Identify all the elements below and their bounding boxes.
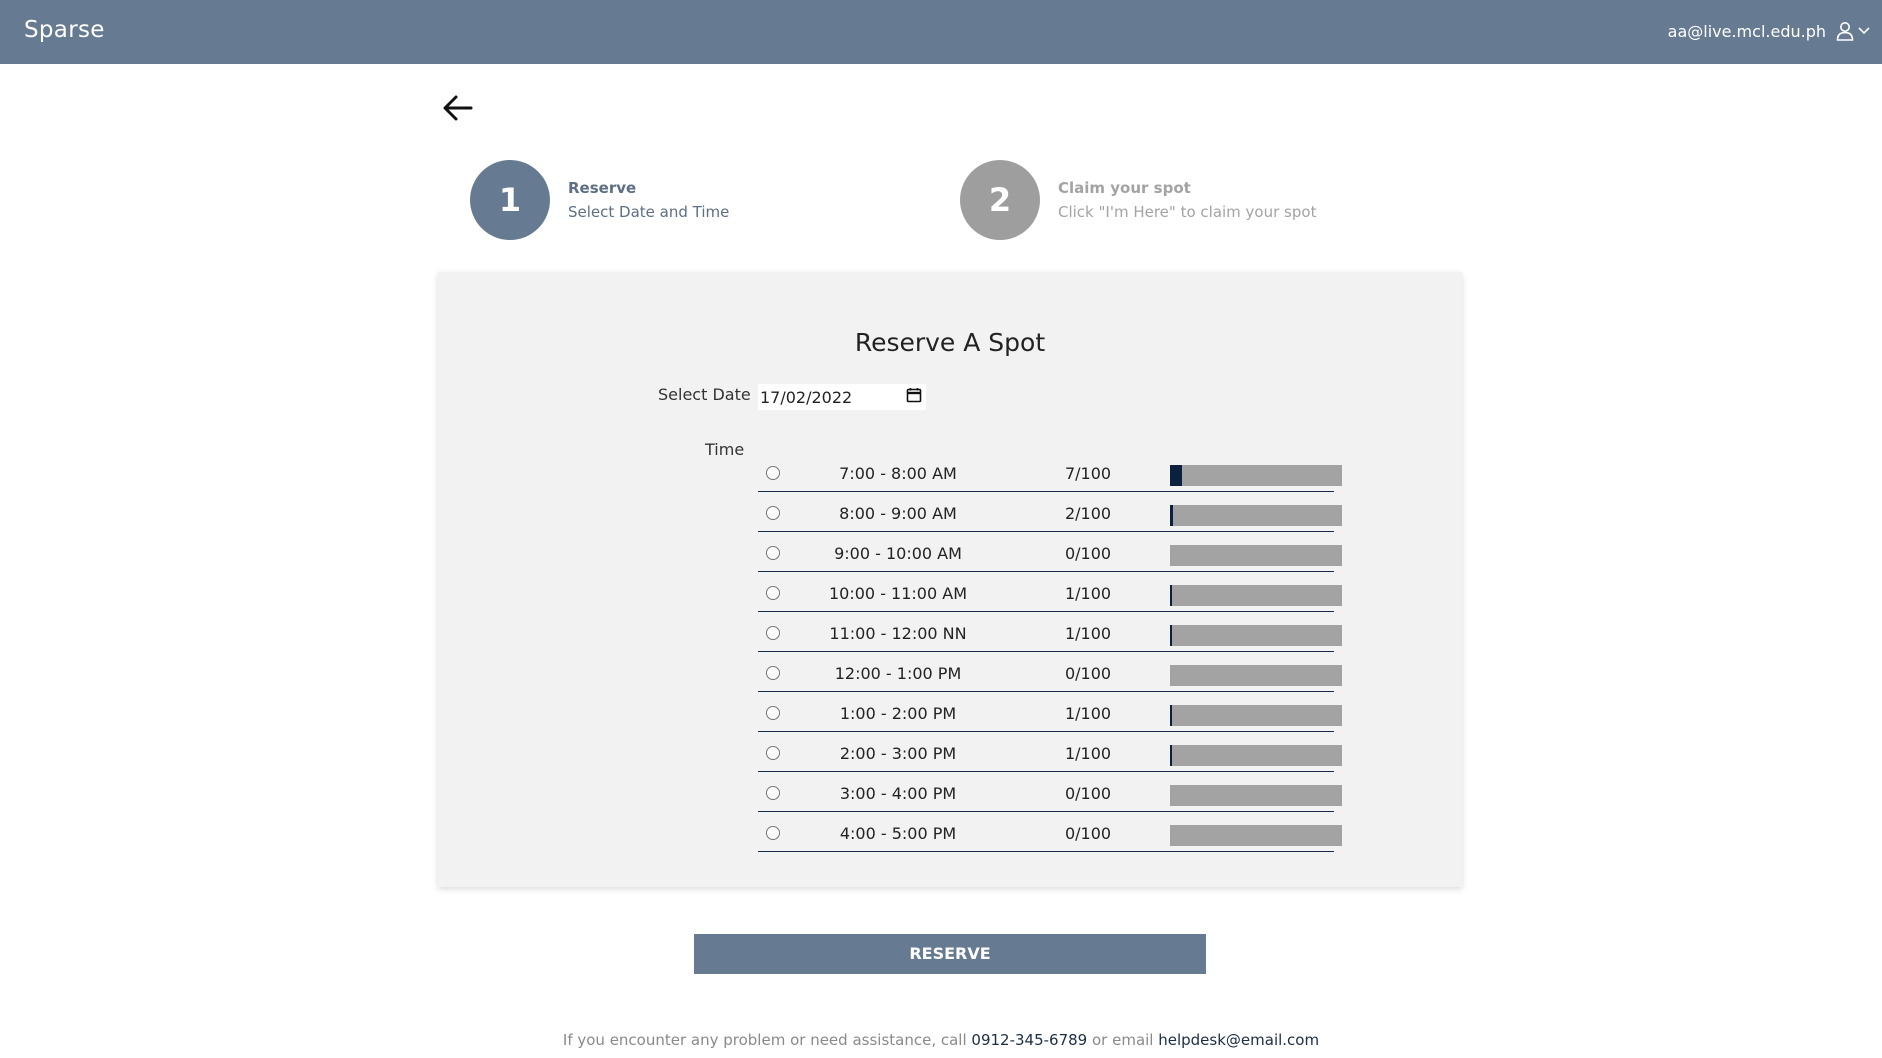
date-input[interactable]: 17/02/2022 — [758, 384, 926, 410]
time-slot-row[interactable]: 11:00 - 12:00 NN 1/100 — [758, 612, 1358, 652]
time-slot-count: 1/100 — [1064, 584, 1112, 603]
time-slot-list: 7:00 - 8:00 AM 7/100 8:00 - 9:00 AM 2/100 9:… — [758, 452, 1358, 852]
time-slot-label: 3:00 - 4:00 PM — [839, 784, 957, 803]
time-slot-count: 0/100 — [1064, 544, 1112, 563]
footer-text: If you encounter any problem or need ass… — [562, 1031, 972, 1049]
capacity-bar — [1170, 625, 1342, 646]
capacity-bar-fill — [1170, 625, 1172, 646]
time-slot-radio[interactable] — [766, 586, 780, 600]
step-subtitle: Click "I'm Here" to claim your spot — [1058, 203, 1317, 221]
time-slot-row[interactable]: 4:00 - 5:00 PM 0/100 — [758, 812, 1358, 852]
chevron-down-icon — [1858, 27, 1870, 35]
step-number-circle: 1 — [470, 160, 550, 240]
helpdesk-phone-link[interactable]: 0912-345-6789 — [971, 1031, 1087, 1049]
capacity-bar — [1170, 705, 1342, 726]
time-slot-radio[interactable] — [766, 666, 780, 680]
time-slot-row[interactable]: 8:00 - 9:00 AM 2/100 — [758, 492, 1358, 532]
capacity-bar — [1170, 665, 1342, 686]
time-slot-count: 0/100 — [1064, 824, 1112, 843]
capacity-bar — [1170, 465, 1342, 486]
time-slot-label: 7:00 - 8:00 AM — [839, 464, 957, 483]
time-slot-radio[interactable] — [766, 626, 780, 640]
helpdesk-email-link[interactable]: helpdesk@email.com — [1158, 1031, 1319, 1049]
time-slot-radio[interactable] — [766, 506, 780, 520]
time-slot-label: 2:00 - 3:00 PM — [839, 744, 957, 763]
step-subtitle: Select Date and Time — [568, 203, 730, 221]
time-slot-radio[interactable] — [766, 746, 780, 760]
capacity-bar-fill — [1170, 705, 1172, 726]
time-slot-row[interactable]: 10:00 - 11:00 AM 1/100 — [758, 572, 1358, 612]
capacity-bar-fill — [1170, 505, 1174, 526]
date-value: 17/02/2022 — [760, 387, 853, 407]
arrow-left-icon[interactable] — [441, 91, 475, 125]
time-slot-row[interactable]: 1:00 - 2:00 PM 1/100 — [758, 692, 1358, 732]
time-slot-radio[interactable] — [766, 826, 780, 840]
card-title: Reserve A Spot — [854, 328, 1046, 357]
time-slot-label: 10:00 - 11:00 AM — [829, 584, 967, 603]
time-slot-radio[interactable] — [766, 546, 780, 560]
time-slot-radio[interactable] — [766, 466, 780, 480]
capacity-bar-fill — [1170, 465, 1183, 486]
time-slot-radio[interactable] — [766, 786, 780, 800]
top-navbar: Sparse aa@live.mcl.edu.ph — [0, 0, 1882, 64]
time-slot-label: 12:00 - 1:00 PM — [834, 664, 962, 683]
time-label: Time — [705, 440, 745, 459]
time-slot-row[interactable]: 2:00 - 3:00 PM 1/100 — [758, 732, 1358, 772]
time-slot-count: 1/100 — [1064, 744, 1112, 763]
time-slot-row[interactable]: 12:00 - 1:00 PM 0/100 — [758, 652, 1358, 692]
time-slot-label: 1:00 - 2:00 PM — [839, 704, 957, 723]
capacity-bar-fill — [1170, 745, 1172, 766]
footer-help: If you encounter any problem or need ass… — [0, 1031, 1882, 1049]
time-slot-label: 4:00 - 5:00 PM — [839, 824, 957, 843]
time-slot-count: 0/100 — [1064, 664, 1112, 683]
time-slot-label: 8:00 - 9:00 AM — [839, 504, 957, 523]
capacity-bar — [1170, 825, 1342, 846]
step-number-circle: 2 — [960, 160, 1040, 240]
user-icon — [1836, 21, 1854, 41]
date-label: Select Date — [658, 385, 751, 404]
time-slot-count: 1/100 — [1064, 624, 1112, 643]
time-slot-row[interactable]: 9:00 - 10:00 AM 0/100 — [758, 532, 1358, 572]
step-reserve: 1 Reserve Select Date and Time — [470, 160, 729, 240]
capacity-bar — [1170, 745, 1342, 766]
step-title: Reserve — [568, 179, 637, 197]
reserve-button[interactable]: RESERVE — [694, 934, 1206, 974]
step-claim: 2 Claim your spot Click "I'm Here" to cl… — [960, 160, 1316, 240]
time-slot-count: 7/100 — [1064, 464, 1112, 483]
capacity-bar-fill — [1170, 585, 1172, 606]
app-brand[interactable]: Sparse — [24, 17, 105, 43]
time-slot-radio[interactable] — [766, 706, 780, 720]
user-menu[interactable]: aa@live.mcl.edu.ph — [1668, 21, 1870, 41]
capacity-bar — [1170, 505, 1342, 526]
time-slot-count: 1/100 — [1064, 704, 1112, 723]
time-slot-label: 11:00 - 12:00 NN — [829, 624, 967, 643]
step-title: Claim your spot — [1058, 179, 1191, 197]
capacity-bar — [1170, 785, 1342, 806]
capacity-bar — [1170, 545, 1342, 566]
calendar-icon[interactable] — [906, 387, 922, 407]
footer-text: or email — [1087, 1031, 1159, 1049]
time-slot-row[interactable]: 7:00 - 8:00 AM 7/100 — [758, 452, 1358, 492]
time-slot-row[interactable]: 3:00 - 4:00 PM 0/100 — [758, 772, 1358, 812]
user-email: aa@live.mcl.edu.ph — [1667, 21, 1826, 41]
row-divider — [758, 851, 1334, 852]
time-slot-label: 9:00 - 10:00 AM — [834, 544, 962, 563]
time-slot-count: 0/100 — [1064, 784, 1112, 803]
capacity-bar — [1170, 585, 1342, 606]
reserve-card: Reserve A Spot Select Date 17/02/2022 Ti… — [438, 272, 1462, 887]
time-slot-count: 2/100 — [1064, 504, 1112, 523]
